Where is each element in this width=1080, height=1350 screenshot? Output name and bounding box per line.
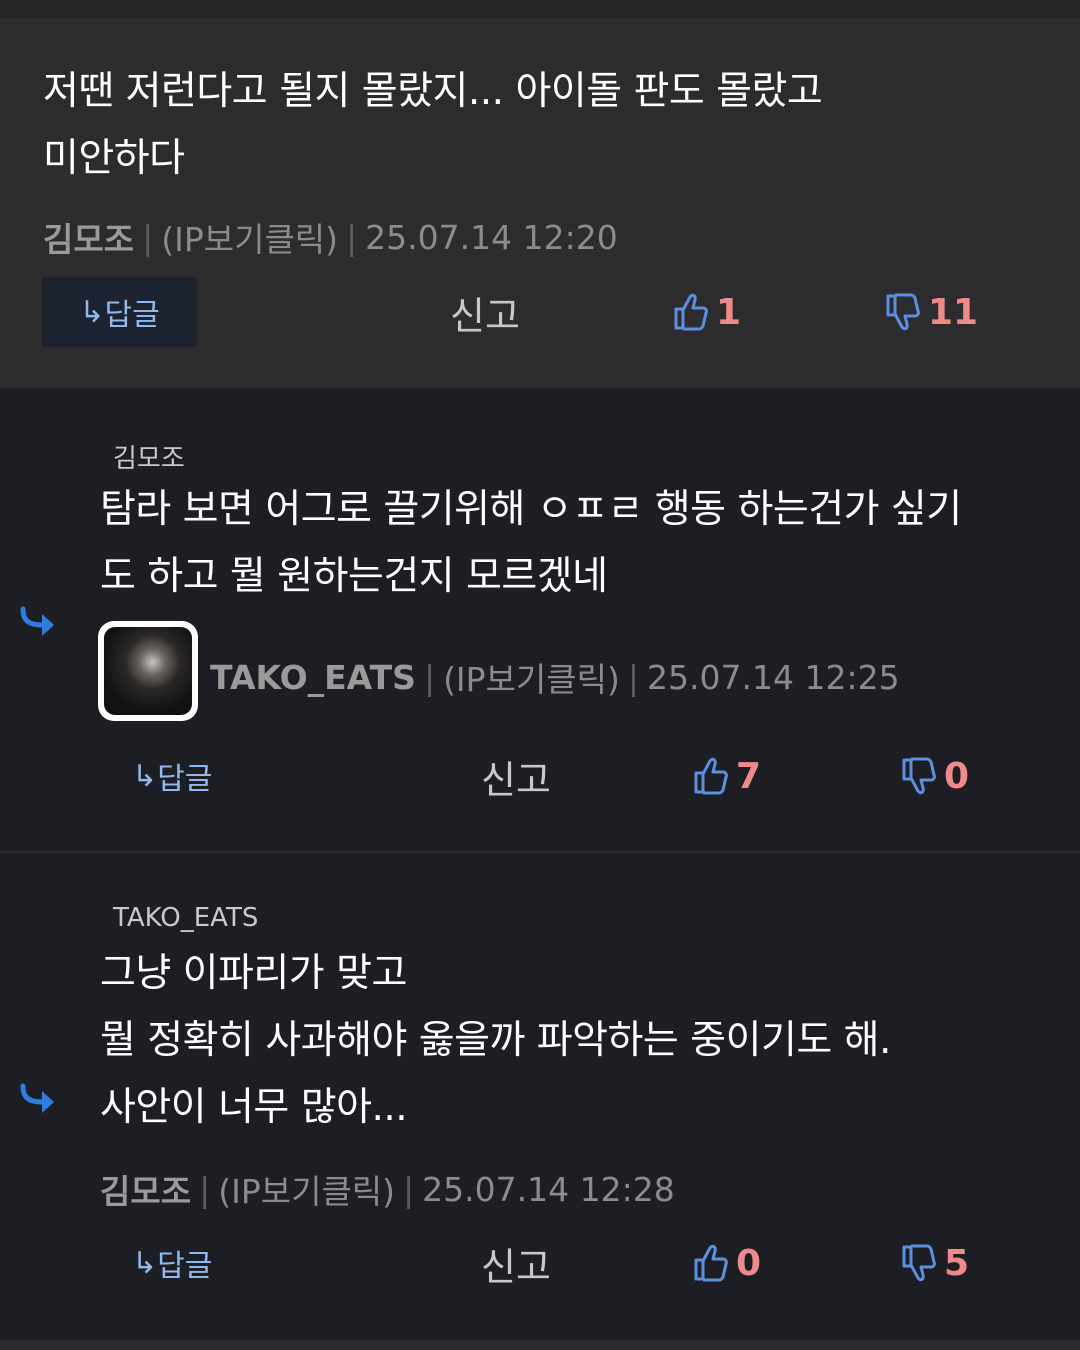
report-button[interactable]: 신고 xyxy=(481,1228,551,1298)
author-name[interactable]: 김모조 xyxy=(43,213,134,261)
reply-label: 답글 xyxy=(157,1249,213,1284)
reply-to-name: 김모조 xyxy=(113,444,185,474)
upvote-count: 7 xyxy=(736,755,762,797)
ip-link[interactable]: (IP보기클릭) xyxy=(218,1165,395,1213)
upvote-button[interactable]: 7 xyxy=(692,741,761,811)
downvote-count: 0 xyxy=(944,755,970,797)
upvote-button[interactable]: 1 xyxy=(672,277,741,347)
comment-meta: 김모조 | (IP보기클릭) | 25.07.14 12:20 xyxy=(43,213,618,261)
timestamp: 25.07.14 12:20 xyxy=(365,217,618,257)
report-button[interactable]: 신고 xyxy=(481,741,551,811)
timestamp: 25.07.14 12:28 xyxy=(422,1169,675,1209)
timestamp: 25.07.14 12:25 xyxy=(647,657,900,697)
bottom-strip xyxy=(0,1340,1080,1350)
comment-3: TAKO_EATS 그냥 이파리가 맞고 뭘 정확히 사과해야 옳을까 파악하는… xyxy=(0,853,1080,1340)
reply-indent-icon xyxy=(20,606,54,636)
avatar[interactable] xyxy=(98,621,198,721)
comment-actions: ↳ 답글 신고 7 0 xyxy=(0,741,1080,811)
reply-button[interactable]: ↳ 답글 xyxy=(132,1228,212,1298)
thumbs-down-icon xyxy=(902,1244,936,1282)
upvote-button[interactable]: 0 xyxy=(692,1228,761,1298)
comment-text: 저땐 저런다고 될지 몰랐지... 아이돌 판도 몰랐고 미안하다 xyxy=(43,69,823,181)
report-button[interactable]: 신고 xyxy=(450,277,520,347)
reply-arrow-icon: ↳ xyxy=(132,758,158,794)
meta-separator: | xyxy=(627,657,640,697)
reply-button[interactable]: ↳ 답글 xyxy=(42,277,197,347)
comment-actions: ↳ 답글 신고 1 11 xyxy=(0,277,1080,347)
reply-indent-icon xyxy=(20,1083,54,1113)
reply-label: 답글 xyxy=(104,298,160,333)
comment-meta: 김모조 | (IP보기클릭) | 25.07.14 12:28 xyxy=(100,1165,675,1213)
meta-separator: | xyxy=(142,217,154,257)
ip-link[interactable]: (IP보기클릭) xyxy=(443,653,620,701)
meta-separator: | xyxy=(199,1169,211,1209)
downvote-count: 5 xyxy=(944,1242,970,1284)
downvote-count: 11 xyxy=(928,291,979,333)
comment-actions: ↳ 답글 신고 0 5 xyxy=(0,1228,1080,1298)
author-name[interactable]: TAKO_EATS xyxy=(210,658,416,697)
comment-1: 저땐 저런다고 될지 몰랐지... 아이돌 판도 몰랐고 미안하다 김모조 | … xyxy=(0,18,1080,388)
reply-label: 답글 xyxy=(157,762,213,797)
reply-to-name: TAKO_EATS xyxy=(113,903,259,933)
comment-text: 그냥 이파리가 맞고 뭘 정확히 사과해야 옳을까 파악하는 중이기도 해. 사… xyxy=(100,951,891,1130)
top-strip xyxy=(0,0,1080,18)
thumbs-down-icon xyxy=(902,757,936,795)
thumbs-up-icon xyxy=(674,293,708,331)
comment-meta: TAKO_EATS | (IP보기클릭) | 25.07.14 12:25 xyxy=(210,653,900,701)
meta-separator: | xyxy=(403,1169,415,1209)
comment-2: 김모조 탐라 보면 어그로 끌기위해 ㅇㅍㄹ 행동 하는건가 싶기 도 하고 뭘… xyxy=(0,388,1080,851)
upvote-count: 0 xyxy=(736,1242,762,1284)
upvote-count: 1 xyxy=(716,291,742,333)
downvote-button[interactable]: 11 xyxy=(884,277,978,347)
reply-arrow-icon: ↳ xyxy=(79,294,105,330)
meta-separator: | xyxy=(423,657,436,697)
comment-text: 탐라 보면 어그로 끌기위해 ㅇㅍㄹ 행동 하는건가 싶기 도 하고 뭘 원하는… xyxy=(100,487,962,599)
downvote-button[interactable]: 5 xyxy=(900,1228,969,1298)
ip-link[interactable]: (IP보기클릭) xyxy=(161,213,338,261)
reply-arrow-icon: ↳ xyxy=(132,1245,158,1281)
downvote-button[interactable]: 0 xyxy=(900,741,969,811)
thumbs-down-icon xyxy=(886,293,920,331)
author-name[interactable]: 김모조 xyxy=(100,1165,191,1213)
meta-separator: | xyxy=(346,217,358,257)
thumbs-up-icon xyxy=(694,1244,728,1282)
reply-button[interactable]: ↳ 답글 xyxy=(132,741,212,811)
thumbs-up-icon xyxy=(694,757,728,795)
